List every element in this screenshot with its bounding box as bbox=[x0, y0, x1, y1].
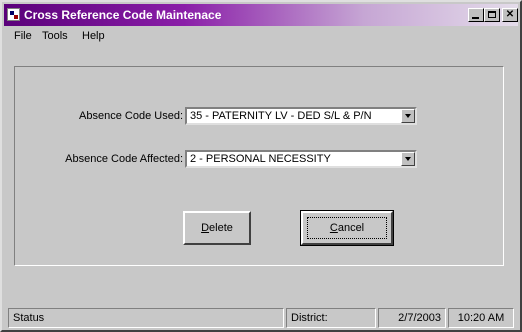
absence-code-affected-value: 2 - PERSONAL NECESSITY bbox=[190, 153, 331, 165]
minimize-icon bbox=[472, 17, 479, 19]
delete-accelerator: D bbox=[201, 222, 210, 234]
menu-bar: File Tools Help bbox=[4, 26, 518, 46]
maximize-button[interactable] bbox=[484, 8, 500, 22]
absence-code-affected-label: Absence Code Affected: bbox=[65, 153, 183, 165]
date-panel: 2/7/2003 bbox=[378, 308, 446, 328]
status-panel: Status bbox=[8, 308, 284, 328]
absence-code-affected-select[interactable]: 2 - PERSONAL NECESSITY bbox=[185, 150, 417, 168]
maximize-icon bbox=[488, 11, 496, 18]
focus-rectangle bbox=[307, 217, 387, 239]
district-panel: District: bbox=[286, 308, 376, 328]
delete-button[interactable]: Delete bbox=[183, 211, 251, 245]
close-icon: ✕ bbox=[505, 9, 515, 20]
status-bar: Status District: 2/7/2003 10:20 AM bbox=[4, 306, 518, 330]
absence-code-used-select[interactable]: 35 - PATERNITY LV - DED S/L & P/N bbox=[185, 107, 417, 125]
app-window: Cross Reference Code Maintenace ✕ File T… bbox=[0, 0, 522, 332]
menu-file[interactable]: File bbox=[14, 30, 32, 42]
absence-code-used-label: Absence Code Used: bbox=[79, 110, 183, 122]
absence-code-used-value: 35 - PATERNITY LV - DED S/L & P/N bbox=[190, 110, 372, 122]
chevron-down-icon[interactable] bbox=[401, 109, 415, 123]
form-panel: Absence Code Used: 35 - PATERNITY LV - D… bbox=[14, 66, 504, 266]
menu-help[interactable]: Help bbox=[82, 30, 105, 42]
app-icon[interactable] bbox=[7, 8, 20, 21]
delete-label-rest: elete bbox=[209, 222, 233, 234]
close-button[interactable]: ✕ bbox=[502, 8, 518, 22]
menu-tools[interactable]: Tools bbox=[42, 30, 68, 42]
window-title: Cross Reference Code Maintenace bbox=[24, 8, 222, 22]
title-bar[interactable]: Cross Reference Code Maintenace ✕ bbox=[4, 4, 518, 26]
chevron-down-icon[interactable] bbox=[401, 152, 415, 166]
minimize-button[interactable] bbox=[468, 8, 484, 22]
time-panel: 10:20 AM bbox=[448, 308, 514, 328]
cancel-button[interactable]: Cancel bbox=[300, 210, 394, 246]
